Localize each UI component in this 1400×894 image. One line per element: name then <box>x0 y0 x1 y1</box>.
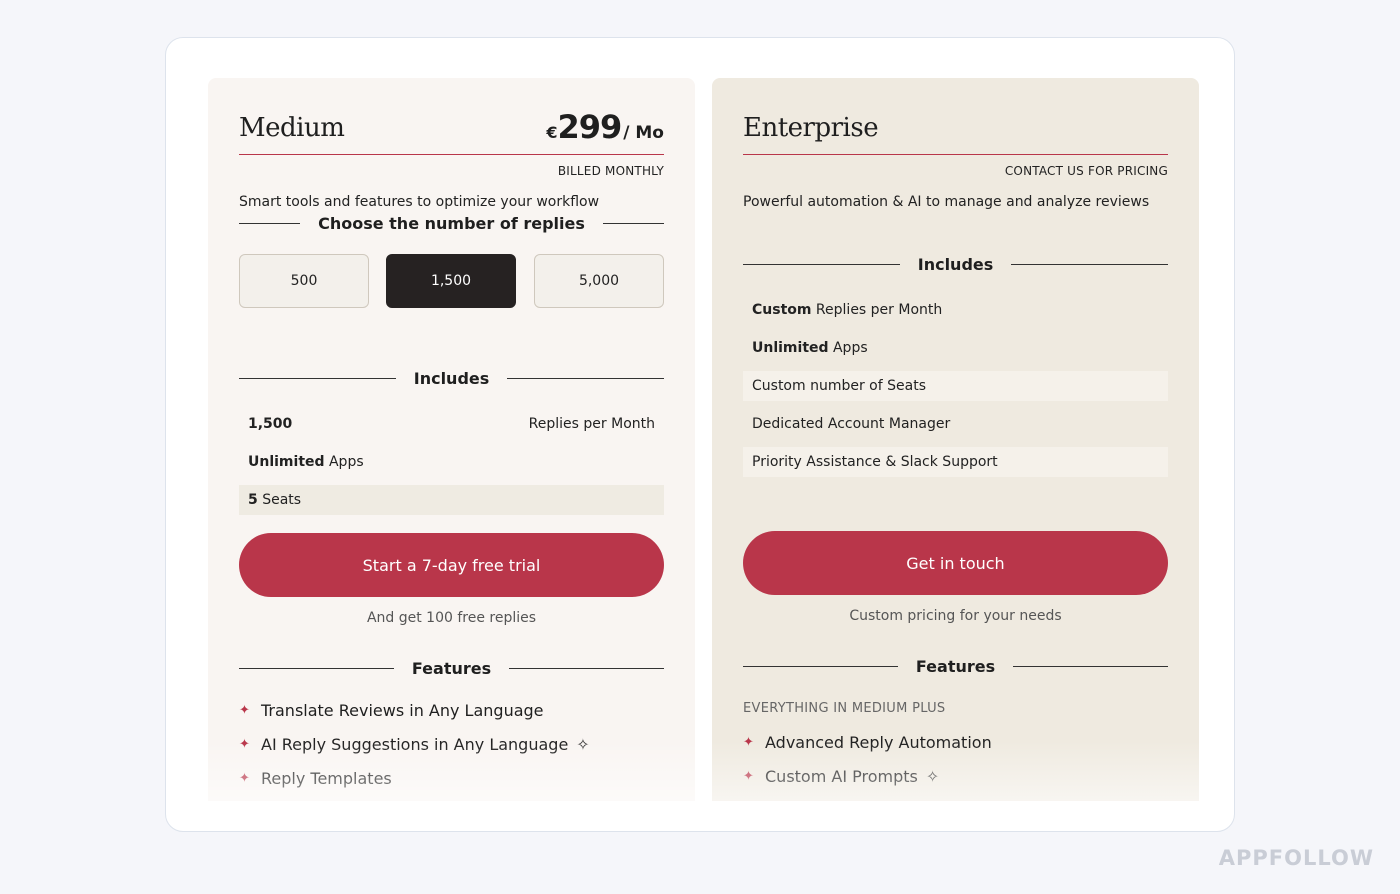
replies-text: Custom Replies per Month <box>752 302 942 318</box>
price-currency: € <box>546 123 558 142</box>
star-icon: ✦ <box>743 769 754 784</box>
feature-label: Custom AI Prompts <box>765 767 918 786</box>
plan-card-medium: Medium € 299 / Mo BILLED MONTHLY Smart t… <box>208 78 695 801</box>
divider-line <box>239 378 396 379</box>
get-in-touch-button[interactable]: Get in touch <box>743 531 1168 595</box>
replies-label: Replies per Month <box>528 416 655 432</box>
feature-item: ✦ Translate Reviews in Any Language <box>239 701 544 720</box>
choose-replies-divider: Choose the number of replies <box>239 214 664 233</box>
feature-item: ✦ Custom AI Prompts ✧ <box>743 767 939 786</box>
include-row-manager: Dedicated Account Manager <box>743 409 1168 439</box>
include-row-apps: Unlimited Apps <box>239 447 664 477</box>
includes-label: Includes <box>413 369 490 388</box>
seats-rest: Seats <box>257 492 302 508</box>
feature-label: Advanced Reply Automation <box>765 733 992 752</box>
includes-divider: Includes <box>743 255 1168 274</box>
plan-title: Enterprise <box>743 113 879 143</box>
star-icon: ✦ <box>743 735 754 750</box>
apps-rest: Apps <box>828 340 868 356</box>
feature-item: ✦ Reply Templates <box>239 769 392 788</box>
pricing-note: CONTACT US FOR PRICING <box>1004 164 1168 178</box>
feature-label: AI Reply Suggestions in Any Language <box>261 735 569 754</box>
include-row-seats: 5 Seats <box>239 485 664 515</box>
sparkle-icon: ✧ <box>576 735 590 754</box>
feature-item: ✦ AI Reply Suggestions in Any Language ✧ <box>239 735 590 754</box>
plan-description: Smart tools and features to optimize you… <box>239 194 600 210</box>
contact-subtext: Custom pricing for your needs <box>849 608 1062 624</box>
divider-line <box>239 668 394 669</box>
choose-replies-label: Choose the number of replies <box>318 214 585 233</box>
seats-text: Custom number of Seats <box>752 378 926 394</box>
start-trial-button[interactable]: Start a 7-day free trial <box>239 533 664 597</box>
divider-line <box>743 264 900 265</box>
replies-option-1500[interactable]: 1,500 <box>386 254 516 308</box>
divider-line <box>1013 666 1169 667</box>
include-row-seats: Custom number of Seats <box>743 371 1168 401</box>
features-divider: Features <box>743 657 1169 676</box>
replies-option-5000[interactable]: 5,000 <box>534 254 664 308</box>
replies-rest: Replies per Month <box>811 302 943 318</box>
trial-subtext: And get 100 free replies <box>366 610 537 626</box>
feature-label: Reply Templates <box>261 769 392 788</box>
price-period: / Mo <box>623 123 664 143</box>
everything-in-medium-label: EVERYTHING IN MEDIUM PLUS <box>743 701 946 716</box>
replies-value: 1,500 <box>248 416 293 432</box>
support-text: Priority Assistance & Slack Support <box>752 454 998 470</box>
title-divider <box>239 154 664 155</box>
star-icon: ✦ <box>239 771 250 786</box>
divider-line <box>1011 264 1168 265</box>
apps-text: Unlimited Apps <box>248 454 364 470</box>
features-label: Features <box>411 659 492 678</box>
seats-bold: 5 <box>248 492 258 508</box>
divider-line <box>743 666 898 667</box>
apps-bold: Unlimited <box>752 340 829 356</box>
include-row-apps: Unlimited Apps <box>743 333 1168 363</box>
features-label: Features <box>915 657 996 676</box>
appfollow-watermark: APPFOLLOW <box>1218 846 1374 870</box>
includes-divider: Includes <box>239 369 664 388</box>
manager-text: Dedicated Account Manager <box>752 416 951 432</box>
includes-label: Includes <box>917 255 994 274</box>
pricing-panel: Medium € 299 / Mo BILLED MONTHLY Smart t… <box>165 37 1235 832</box>
divider-line <box>239 223 301 224</box>
feature-label: Translate Reviews in Any Language <box>261 701 544 720</box>
title-divider <box>743 154 1168 155</box>
include-row-replies: 1,500 Replies per Month <box>239 409 664 439</box>
star-icon: ✦ <box>239 703 250 718</box>
plan-title: Medium <box>239 113 345 143</box>
plan-price: € 299 / Mo <box>546 108 664 146</box>
replies-option-500[interactable]: 500 <box>239 254 369 308</box>
feature-item: ✦ Advanced Reply Automation <box>743 733 992 752</box>
divider-line <box>507 378 664 379</box>
divider-line <box>509 668 665 669</box>
replies-bold: Custom <box>752 302 812 318</box>
sparkle-icon: ✧ <box>925 767 940 786</box>
star-icon: ✦ <box>239 737 250 752</box>
apps-rest: Apps <box>324 454 364 470</box>
billing-note: BILLED MONTHLY <box>557 164 664 178</box>
apps-text: Unlimited Apps <box>752 340 868 356</box>
include-row-replies: Custom Replies per Month <box>743 295 1168 325</box>
include-row-support: Priority Assistance & Slack Support <box>743 447 1168 477</box>
divider-line <box>602 223 664 224</box>
plan-card-enterprise: Enterprise CONTACT US FOR PRICING Powerf… <box>712 78 1199 801</box>
apps-bold: Unlimited <box>248 454 325 470</box>
plan-description: Powerful automation & AI to manage and a… <box>743 194 1150 210</box>
seats-text: 5 Seats <box>248 492 301 508</box>
features-divider: Features <box>239 659 665 678</box>
price-amount: 299 <box>557 108 622 146</box>
